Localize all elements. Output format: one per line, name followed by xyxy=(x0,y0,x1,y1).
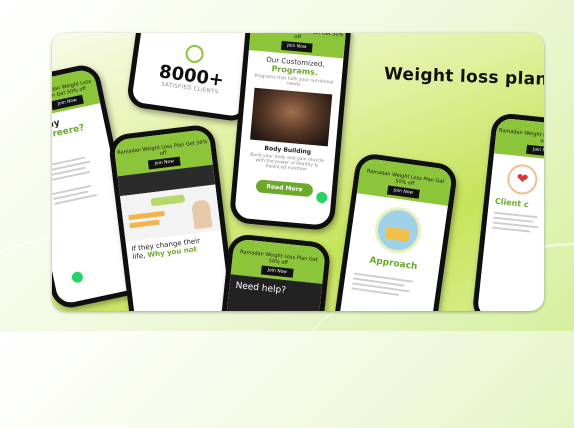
whatsapp-chat-icon[interactable] xyxy=(70,270,84,284)
person-figure xyxy=(191,199,213,230)
promo-card: Ramadan Weight Loss Plan Get 50% off Joi… xyxy=(52,33,544,311)
phone-website: Ramadan Weight Loss Plan Get 50% off Joi… xyxy=(107,123,239,311)
phone-client: Ramadan Weight Loss Plan Get 50% off Joi… xyxy=(471,112,544,311)
join-now-button[interactable]: Join Now xyxy=(261,265,294,278)
read-more-button[interactable]: Read More xyxy=(255,179,314,198)
page-heading: Weight loss plan xyxy=(383,64,544,90)
heart-icon: ❤ xyxy=(505,162,539,196)
approach-illustration xyxy=(372,204,425,257)
phone-need-help: Ramadan Weight Loss Plan Get 50% off Joi… xyxy=(218,232,332,311)
phone-approach: Ramadan Weight Loss Plan Get 50% off Joi… xyxy=(331,151,459,311)
join-now-button[interactable]: Join Now xyxy=(148,156,181,170)
join-now-button[interactable]: Join Now xyxy=(387,185,420,199)
site-text-2: life, xyxy=(132,251,146,262)
phone-programs: Ramadan Weight Loss Plan Get 50% off Joi… xyxy=(228,33,353,232)
join-now-button[interactable]: Join Now xyxy=(526,144,544,158)
smiley-icon xyxy=(184,43,205,65)
bodybuilder-image xyxy=(249,87,332,147)
join-now-button[interactable]: Join Now xyxy=(280,40,313,53)
